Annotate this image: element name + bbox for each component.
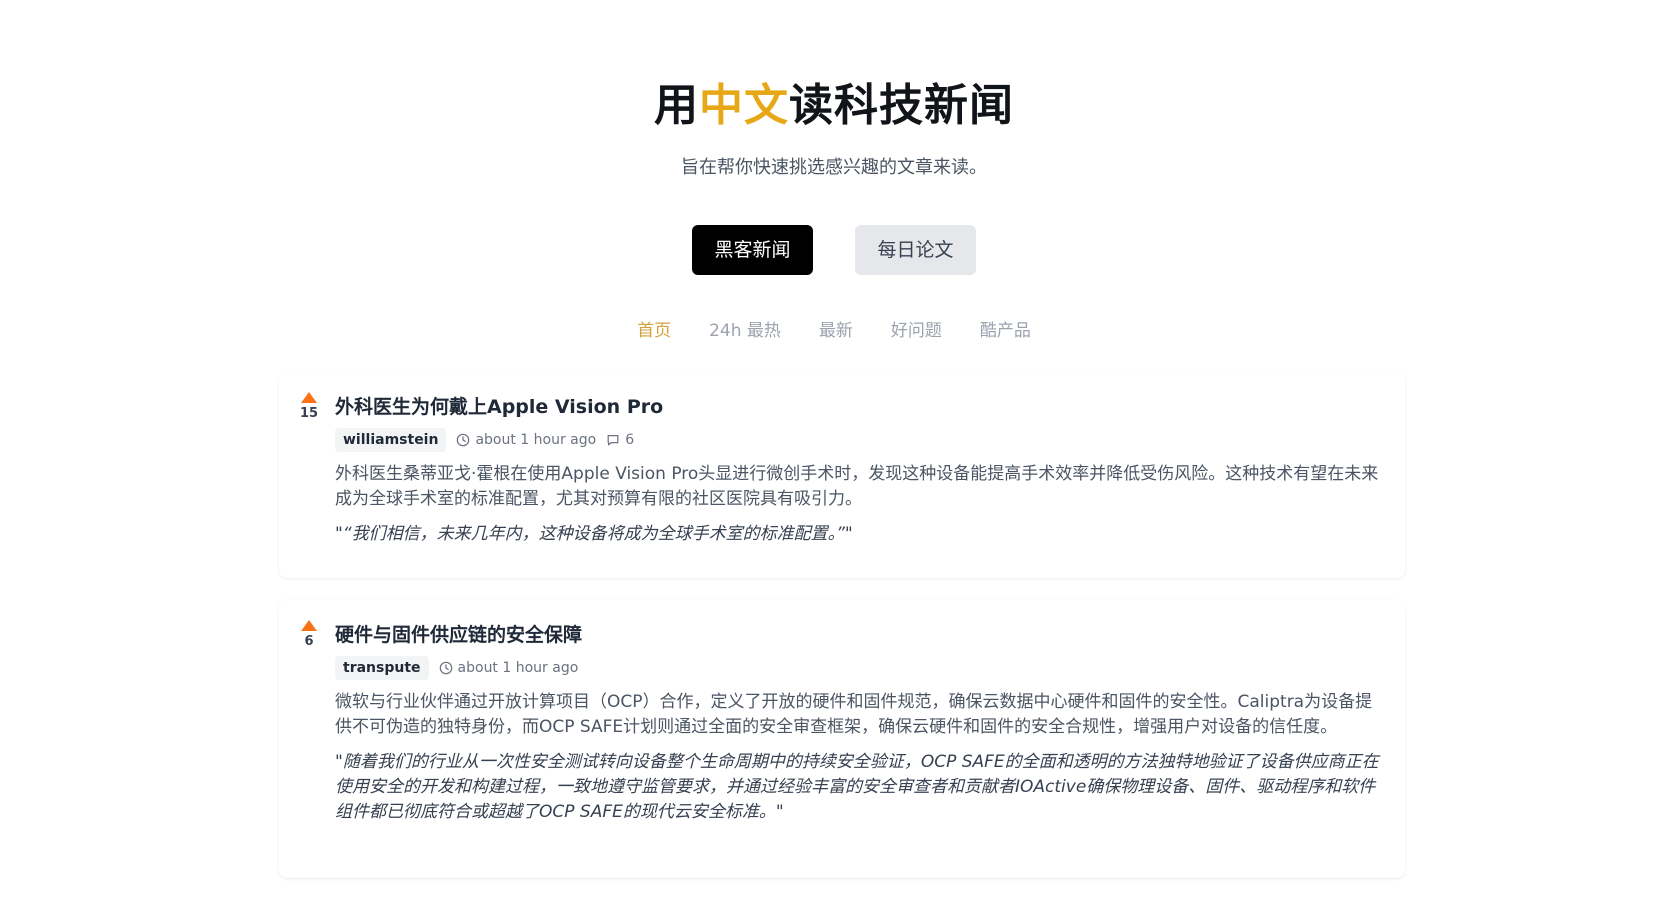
upvote-arrow-icon[interactable] bbox=[301, 620, 317, 631]
post-author[interactable]: williamstein bbox=[335, 428, 447, 452]
upvote-arrow-icon[interactable] bbox=[301, 392, 317, 403]
post-quote: "“我们相信，未来几年内，这种设备将成为全球手术室的标准配置。”" bbox=[335, 524, 853, 544]
site-title-part1: 用 bbox=[654, 80, 699, 131]
page: 用中文读科技新闻 旨在帮你快速挑选感兴趣的文章来读。 黑客新闻 每日论文 首页 … bbox=[0, 0, 1668, 914]
post-score: 15 bbox=[299, 406, 319, 421]
post-time: about 1 hour ago bbox=[439, 660, 579, 676]
post-card: 6 硬件与固件供应链的安全保障 transpute about 1 hour a… bbox=[279, 600, 1405, 878]
nav-hot-24h[interactable]: 24h 最热 bbox=[709, 316, 781, 341]
nav-latest[interactable]: 最新 bbox=[819, 316, 853, 341]
tagline: 旨在帮你快速挑选感兴趣的文章来读。 bbox=[681, 157, 987, 178]
post-meta: williamstein about 1 hour ago 6 bbox=[335, 428, 1385, 452]
post-title[interactable]: 硬件与固件供应链的安全保障 bbox=[335, 622, 1385, 648]
site-title: 用中文读科技新闻 bbox=[0, 78, 1668, 134]
vote-box: 15 bbox=[299, 392, 319, 421]
clock-icon bbox=[457, 433, 470, 447]
post-comment-count: 6 bbox=[625, 432, 635, 448]
post-score: 6 bbox=[304, 634, 314, 649]
nav-home[interactable]: 首页 bbox=[637, 316, 671, 341]
post-author[interactable]: transpute bbox=[335, 656, 429, 680]
post-title[interactable]: 外科医生为何戴上Apple Vision Pro bbox=[335, 394, 1385, 420]
clock-icon bbox=[439, 661, 452, 675]
vote-box: 6 bbox=[299, 620, 319, 649]
daily-papers-button[interactable]: 每日论文 bbox=[855, 225, 976, 275]
post-content: 硬件与固件供应链的安全保障 transpute about 1 hour ago… bbox=[335, 600, 1385, 825]
post-summary: 外科医生桑蒂亚戈·霍根在使用Apple Vision Pro头显进行微创手术时，… bbox=[335, 464, 1379, 509]
comment-icon bbox=[607, 435, 619, 446]
hacker-news-button[interactable]: 黑客新闻 bbox=[692, 225, 813, 275]
source-switch: 黑客新闻 每日论文 bbox=[0, 225, 1668, 275]
post-content: 外科医生为何戴上Apple Vision Pro williamstein ab… bbox=[335, 372, 1385, 547]
nav-good-questions[interactable]: 好问题 bbox=[891, 316, 942, 341]
post-time-text: about 1 hour ago bbox=[457, 660, 579, 676]
post-time: about 1 hour ago bbox=[456, 432, 596, 448]
post-summary: 微软与行业伙伴通过开放计算项目（OCP）合作，定义了开放的硬件和固件规范，确保云… bbox=[335, 692, 1373, 737]
hero: 用中文读科技新闻 旨在帮你快速挑选感兴趣的文章来读。 bbox=[0, 78, 1668, 180]
category-nav: 首页 24h 最热 最新 好问题 酷产品 bbox=[0, 316, 1668, 341]
post-time-text: about 1 hour ago bbox=[475, 432, 597, 448]
post-card: 15 外科医生为何戴上Apple Vision Pro williamstein… bbox=[279, 372, 1405, 578]
post-quote: "随着我们的行业从一次性安全测试转向设备整个生命周期中的持续安全验证，OCP S… bbox=[335, 752, 1379, 822]
post-meta: transpute about 1 hour ago bbox=[335, 656, 1385, 680]
post-comments[interactable]: 6 bbox=[606, 432, 634, 448]
nav-cool-products[interactable]: 酷产品 bbox=[980, 316, 1031, 341]
site-title-accent: 中文 bbox=[699, 80, 789, 131]
site-title-part2: 读科技新闻 bbox=[789, 80, 1014, 131]
